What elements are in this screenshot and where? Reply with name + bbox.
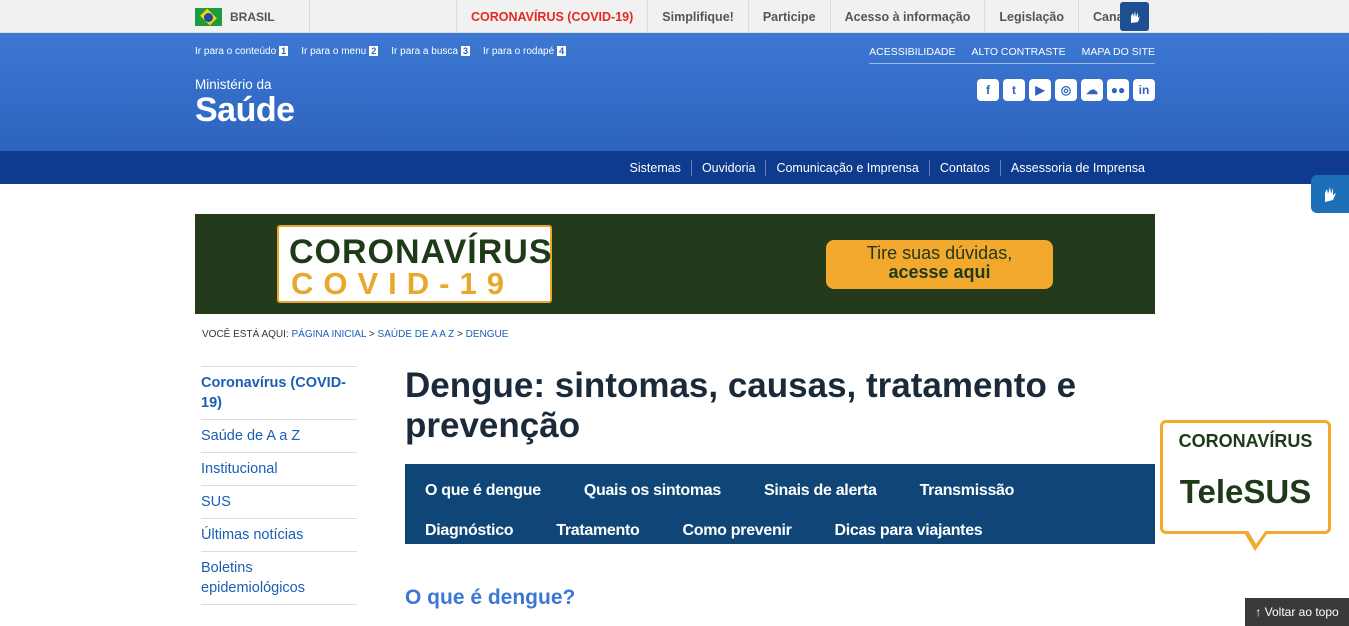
back-to-top-button[interactable]: ↑ Voltar ao topo: [1245, 598, 1349, 626]
tab-dicas-viajantes[interactable]: Dicas para viajantes: [835, 522, 983, 540]
nav-sistemas[interactable]: Sistemas: [620, 160, 691, 176]
gov-link-acesso-informacao[interactable]: Acesso à informação: [829, 0, 985, 33]
breadcrumb-home[interactable]: PÁGINA INICIAL: [291, 329, 366, 340]
accessibility-link[interactable]: ACESSIBILIDADE: [869, 46, 955, 58]
gov-link-legislacao[interactable]: Legislação: [984, 0, 1078, 33]
brasil-link[interactable]: BRASIL: [195, 0, 310, 33]
gov-link-simplifique[interactable]: Simplifique!: [647, 0, 748, 33]
section-heading: O que é dengue?: [405, 586, 576, 609]
breadcrumb-separator: >: [457, 329, 463, 340]
nav-contatos[interactable]: Contatos: [928, 159, 1000, 176]
nav-assessoria[interactable]: Assessoria de Imprensa: [999, 159, 1155, 176]
youtube-icon[interactable]: ▶: [1029, 79, 1051, 101]
skip-link-search[interactable]: Ir para a busca 3: [391, 46, 470, 57]
gov-link-participe[interactable]: Participe: [747, 0, 830, 33]
soundcloud-icon[interactable]: ☁: [1081, 79, 1103, 101]
breadcrumb-dengue[interactable]: DENGUE: [466, 329, 509, 340]
banner-line2: COVID-19: [291, 266, 514, 301]
gov-link-coronavirus[interactable]: CORONAVÍRUS (COVID-19): [456, 0, 647, 33]
brasil-label: BRASIL: [230, 9, 275, 24]
breadcrumb: VOCÊ ESTÁ AQUI: PÁGINA INICIAL > SAÚDE D…: [202, 329, 508, 340]
skip-link-content[interactable]: Ir para o conteúdo 1: [195, 46, 289, 57]
government-bar: BRASIL CORONAVÍRUS (COVID-19) Simplifiqu…: [0, 0, 1349, 33]
main-nav: Sistemas Ouvidoria Comunicação e Imprens…: [0, 151, 1349, 184]
covid-banner[interactable]: CORONAVÍRUS COVID-19 Tire suas dúvidas, …: [195, 214, 1155, 314]
telesus-line1: CORONAVÍRUS: [1178, 431, 1313, 451]
nav-comunicacao[interactable]: Comunicação e Imprensa: [765, 159, 928, 176]
telesus-badge[interactable]: CORONAVÍRUS TeleSUS: [1160, 420, 1331, 551]
skip-links: Ir para o conteúdo 1 Ir para o menu 2 Ir p…: [195, 46, 567, 57]
facebook-icon[interactable]: f: [977, 79, 999, 101]
brazil-flag-icon: [195, 7, 222, 26]
tab-tratamento[interactable]: Tratamento: [556, 522, 640, 540]
flickr-icon[interactable]: ●●: [1107, 79, 1129, 101]
ministry-logo[interactable]: Ministério da Saúde: [195, 77, 295, 130]
tab-o-que-e-dengue[interactable]: O que é dengue: [425, 482, 541, 500]
tab-como-prevenir[interactable]: Como prevenir: [683, 522, 792, 540]
topic-tabs: O que é dengue Quais os sintomas Sinais …: [405, 464, 1155, 544]
banner-button-line1: Tire suas dúvidas,: [866, 243, 1013, 263]
tab-transmissao[interactable]: Transmissão: [920, 482, 1015, 500]
skip-link-footer[interactable]: Ir para o rodapé 4: [483, 46, 567, 57]
linkedin-icon[interactable]: in: [1133, 79, 1155, 101]
accessibility-links: ACESSIBILIDADE ALTO CONTRASTE MAPA DO SI…: [869, 46, 1155, 64]
high-contrast-link[interactable]: ALTO CONTRASTE: [972, 46, 1066, 58]
banner-button[interactable]: Tire suas dúvidas, acesse aqui: [826, 240, 1053, 289]
breadcrumb-separator: >: [368, 329, 375, 340]
site-map-link[interactable]: MAPA DO SITE: [1082, 46, 1155, 58]
sidebar-item-boletins[interactable]: Boletins epidemiológicos: [201, 552, 357, 605]
ministry-big-text: Saúde: [195, 91, 295, 129]
tab-sinais-de-alerta[interactable]: Sinais de alerta: [764, 482, 877, 500]
tab-quais-os-sintomas[interactable]: Quais os sintomas: [584, 482, 721, 500]
site-header: Ir para o conteúdo 1 Ir para o menu 2 Ir p…: [0, 33, 1349, 151]
sidebar-item-coronavirus[interactable]: Coronavírus (COVID-19): [201, 367, 357, 420]
skip-link-menu[interactable]: Ir para o menu 2: [301, 46, 379, 57]
sidebar-item-ultimas-noticias[interactable]: Últimas notícias: [201, 519, 357, 552]
sidebar-item-sus[interactable]: SUS: [201, 486, 357, 519]
tab-diagnostico[interactable]: Diagnóstico: [425, 522, 514, 540]
telesus-line2: TeleSUS: [1179, 473, 1312, 510]
sidebar-item-institucional[interactable]: Institucional: [201, 453, 357, 486]
gov-links: CORONAVÍRUS (COVID-19) Simplifique! Part…: [456, 0, 1149, 33]
twitter-icon[interactable]: t: [1003, 79, 1025, 101]
vlibras-widget-icon[interactable]: [1311, 175, 1349, 213]
page-title: Dengue: sintomas, causas, tratamento e p…: [405, 366, 1077, 445]
breadcrumb-prefix: VOCÊ ESTÁ AQUI:: [202, 329, 289, 340]
sidebar-nav: Coronavírus (COVID-19) Saúde de A a Z In…: [201, 366, 357, 605]
nav-ouvidoria[interactable]: Ouvidoria: [690, 159, 766, 176]
sidebar-item-saude-a-z[interactable]: Saúde de A a Z: [201, 420, 357, 453]
instagram-icon[interactable]: ◎: [1055, 79, 1077, 101]
banner-button-line2: acesse aqui: [888, 262, 991, 282]
covid-banner-logo: CORONAVÍRUS COVID-19: [277, 225, 552, 303]
breadcrumb-saude-a-z[interactable]: SAÚDE DE A A Z: [378, 329, 455, 340]
social-icons: f t ▶ ◎ ☁ ●● in: [977, 79, 1155, 101]
sign-language-icon[interactable]: [1120, 2, 1149, 31]
ministry-small-text: Ministério da: [195, 77, 272, 92]
